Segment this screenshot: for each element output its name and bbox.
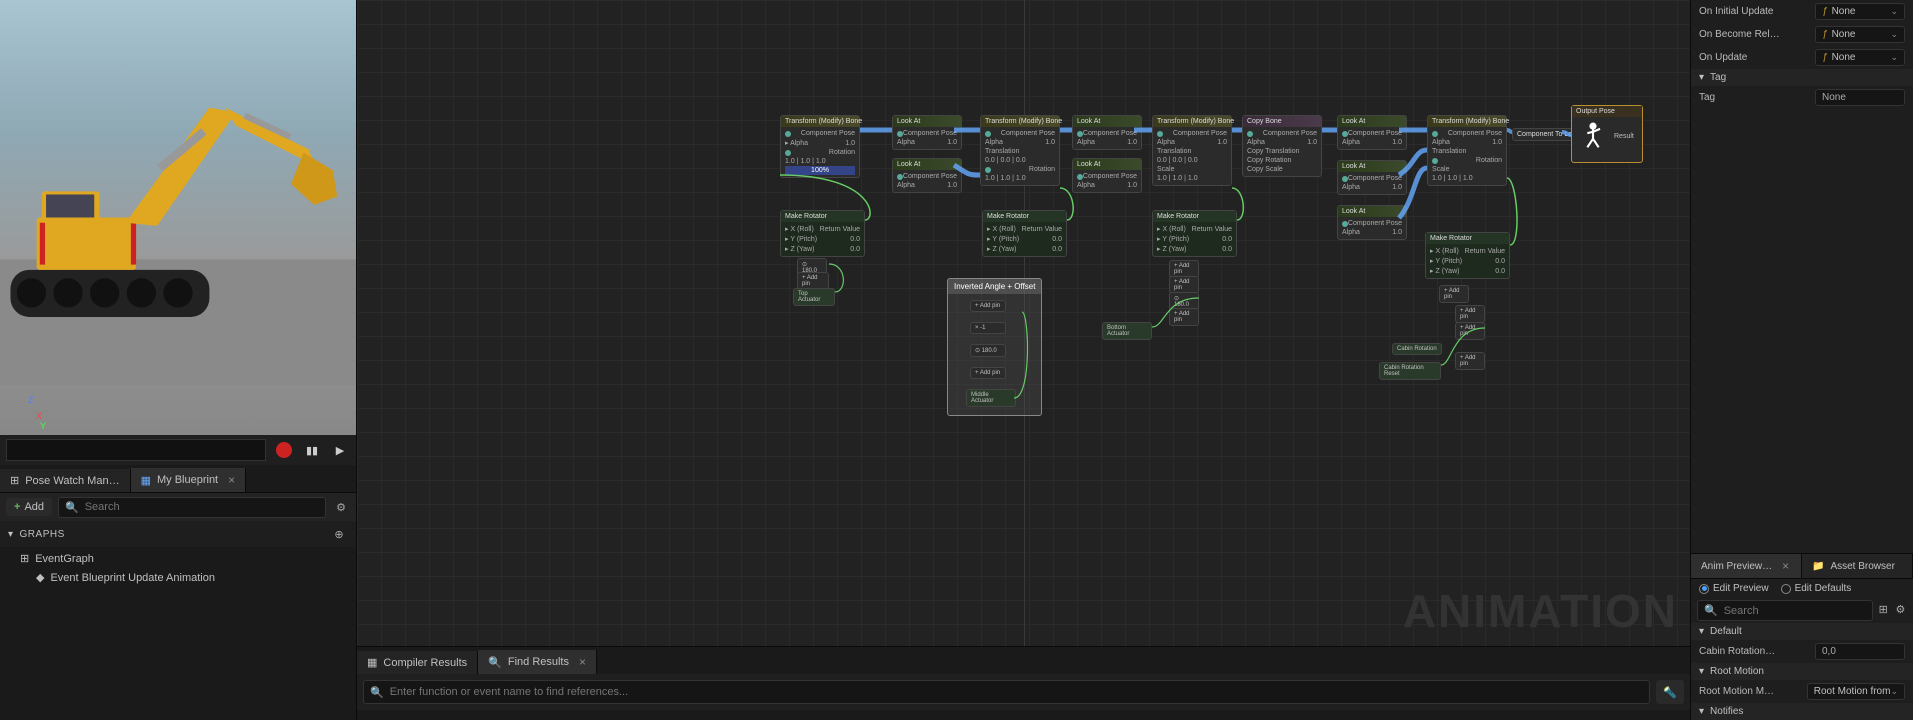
node-make-rotator-1[interactable]: Make Rotator ▸ X (Roll)Return Value ▸ Y … [780,210,865,257]
blueprint-search[interactable]: 🔍 [58,497,326,518]
blueprint-icon: ▦ [141,474,151,487]
tab-asset-browser[interactable]: 📁 Asset Browser [1802,554,1913,578]
combo-on-initial[interactable]: ƒNone⌄ [1815,3,1905,20]
chevron-down-icon: ▾ [8,529,14,540]
layout-icon[interactable]: ⊞ [1877,600,1890,618]
node-add-4c[interactable]: + Add pin [1455,322,1485,340]
group-root-motion[interactable]: ▾Root Motion [1691,663,1913,680]
prop-on-become: On Become Rel… [1699,29,1807,40]
update-anim-item[interactable]: ◆ Event Blueprint Update Animation [0,568,356,587]
search-icon: 🔍 [370,686,384,699]
node-comment-d[interactable]: + Add pin [970,367,1006,379]
node-add-4b[interactable]: + Add pin [1455,305,1485,323]
group-default[interactable]: ▾Default [1691,623,1913,640]
tab-my-blueprint[interactable]: ▦ My Blueprint × [131,468,247,492]
node-output-pose[interactable]: Output Pose Result [1571,105,1643,163]
var-top-actuator[interactable]: Top Actuator [793,288,835,306]
search-icon: 🔍 [1704,604,1718,617]
tab-anim-preview[interactable]: Anim Preview… × [1691,554,1802,578]
combo-on-become[interactable]: ƒNone⌄ [1815,26,1905,43]
record-button[interactable] [274,440,294,460]
node-transform-bone-4[interactable]: Transform (Modify) Bone Component Pose A… [1427,115,1507,186]
find-scope-button[interactable]: 🔦 [1656,680,1684,704]
pose-icon: ⊞ [10,474,19,487]
node-lookat-1b[interactable]: Look At Component PoseAlpha1.0 [892,158,962,193]
search-icon: 🔍 [488,656,502,669]
radio-edit-preview[interactable]: Edit Preview [1699,583,1769,594]
chevron-down-icon: ▾ [1699,666,1704,677]
node-make-rotator-4[interactable]: Make Rotator ▸ X (Roll)Return Value ▸ Y … [1425,232,1510,279]
axis-gizmo: Z X Y [20,397,50,427]
pose-icon [1576,119,1610,153]
plus-icon: + [14,501,20,513]
node-lookat-2b[interactable]: Look At Component PoseAlpha1.0 [1072,158,1142,193]
add-graph-icon[interactable]: ⊕ [330,525,348,543]
prop-on-update: On Update [1699,52,1807,63]
comment-inverted-angle[interactable]: Inverted Angle + Offset + Add pin × -1 ⊙… [947,278,1042,416]
node-copy-bone[interactable]: Copy Bone Component Pose Alpha1.0 Copy T… [1242,115,1322,177]
node-lookat-1a[interactable]: Look At Component PoseAlpha1.0 [892,115,962,150]
var-cabin-rotation-reset[interactable]: Cabin Rotation Reset [1379,362,1441,380]
node-comment-b[interactable]: × -1 [970,322,1006,334]
viewport[interactable]: Z X Y [0,0,356,435]
add-button[interactable]: + Add [6,498,52,516]
radio-edit-defaults[interactable]: Edit Defaults [1781,583,1852,594]
node-lookat-3c[interactable]: Look At Component PoseAlpha1.0 [1337,205,1407,240]
chevron-down-icon: ▾ [1699,626,1704,637]
prop-root-mode: Root Motion M… [1699,686,1799,697]
close-icon[interactable]: × [579,655,586,669]
node-transform-bone-1[interactable]: Transform (Modify) Bone Component Pose ▸… [780,115,860,178]
find-search[interactable]: 🔍 [363,680,1650,704]
search-icon: 🔍 [65,501,79,514]
folder-icon: 📁 [1812,561,1824,572]
group-notifies[interactable]: ▾Notifies [1691,703,1913,720]
combo-root-mode[interactable]: Root Motion from⌄ [1807,683,1905,700]
node-transform-bone-3[interactable]: Transform (Modify) Bone Component Pose A… [1152,115,1232,186]
excavator-preview [0,0,356,435]
node-add-4d[interactable]: + Add pin [1455,352,1485,370]
graphs-section[interactable]: ▾GRAPHS ⊕ [0,521,356,547]
value-cabin-rotation[interactable]: 0,0 [1815,643,1905,660]
node-comment-c[interactable]: ⊙ 180.0 [970,344,1006,357]
chevron-down-icon: ▾ [1699,706,1704,717]
prop-on-initial: On Initial Update [1699,6,1807,17]
eventgraph-item[interactable]: ⊞ EventGraph [0,549,356,568]
prop-cabin-rotation: Cabin Rotation… [1699,646,1807,657]
node-transform-bone-2[interactable]: Transform (Modify) Bone Component Pose A… [980,115,1060,186]
var-cabin-rotation[interactable]: Cabin Rotation [1392,343,1442,355]
node-add-4a[interactable]: + Add pin [1439,285,1469,303]
var-bottom-actuator[interactable]: Bottom Actuator [1102,322,1152,340]
node-lookat-3b[interactable]: Look At Component PoseAlpha1.0 [1337,160,1407,195]
node-make-rotator-3[interactable]: Make Rotator ▸ X (Roll)Return Value ▸ Y … [1152,210,1237,257]
value-tag[interactable]: None [1815,89,1905,106]
tab-compiler-results[interactable]: ▦ Compiler Results [357,651,478,674]
graph-icon: ⊞ [20,552,29,565]
node-add-3c[interactable]: + Add pin [1169,308,1199,326]
combo-on-update[interactable]: ƒNone⌄ [1815,49,1905,66]
group-tag[interactable]: ▾Tag [1691,69,1913,86]
chevron-down-icon: ▾ [1699,72,1704,83]
close-icon[interactable]: × [1782,559,1789,573]
event-icon: ◆ [36,571,44,584]
compiler-icon: ▦ [367,656,377,669]
node-comment-a[interactable]: + Add pin [970,300,1006,312]
timeline-scrubber[interactable] [6,439,266,461]
close-icon[interactable]: × [228,473,235,487]
prop-tag: Tag [1699,92,1807,103]
var-middle-actuator[interactable]: Middle Actuator [966,389,1016,407]
watermark: ANIMATION [1403,584,1678,638]
gear-icon[interactable]: ⚙ [1894,600,1907,618]
anim-graph[interactable]: Transform (Modify) Bone Component Pose ▸… [357,0,1690,646]
gear-icon[interactable]: ⚙ [332,498,350,516]
node-make-rotator-2[interactable]: Make Rotator ▸ X (Roll)Return Value ▸ Y … [982,210,1067,257]
tab-find-results[interactable]: 🔍 Find Results × [478,650,597,674]
pause-button[interactable]: ▮▮ [302,440,322,460]
play-button[interactable]: ▶ [330,440,350,460]
preview-search[interactable]: 🔍 [1697,600,1873,621]
tab-pose-watch[interactable]: ⊞ Pose Watch Man… [0,469,131,492]
node-lookat-2a[interactable]: Look At Component PoseAlpha1.0 [1072,115,1142,150]
node-lookat-3a[interactable]: Look At Component PoseAlpha1.0 [1337,115,1407,150]
